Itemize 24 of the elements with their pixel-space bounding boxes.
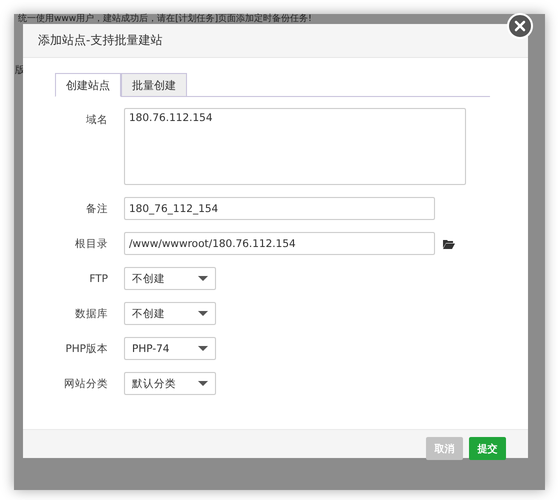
field-label: PHP版本: [64, 342, 108, 356]
select-field[interactable]: 不创建: [124, 267, 216, 290]
field-label: FTP: [88, 272, 108, 284]
domain-field[interactable]: 180.76.112.154: [124, 108, 466, 185]
field-label: 根目录: [74, 236, 108, 250]
select-field[interactable]: 不创建: [124, 302, 216, 325]
field-label: 备注: [85, 202, 108, 216]
field-label: 网站分类: [63, 376, 108, 390]
select-field[interactable]: 默认分类: [124, 372, 216, 395]
caret-icon: [198, 346, 208, 351]
close-icon: [514, 20, 526, 32]
select-field[interactable]: PHP-74: [124, 337, 216, 360]
field-label: 域名: [85, 113, 108, 127]
field-label: 数据库: [74, 306, 108, 320]
dialog-title: 添加站点-支持批量建站: [38, 32, 162, 49]
caret-icon: [198, 311, 208, 316]
tab[interactable]: 批量创建: [121, 73, 187, 97]
caret-icon: [198, 276, 208, 281]
path-field[interactable]: /www/wwwroot/180.76.112.154: [124, 232, 435, 255]
notice-text: 统一使用www用户，建站成功后，请在[计划任务]页面添加定时备份任务!: [18, 14, 312, 24]
tab[interactable]: 创建站点: [55, 73, 121, 97]
folder-icon[interactable]: [443, 238, 455, 248]
input-field[interactable]: 180_76_112_154: [124, 197, 435, 220]
caret-icon: [198, 381, 208, 386]
